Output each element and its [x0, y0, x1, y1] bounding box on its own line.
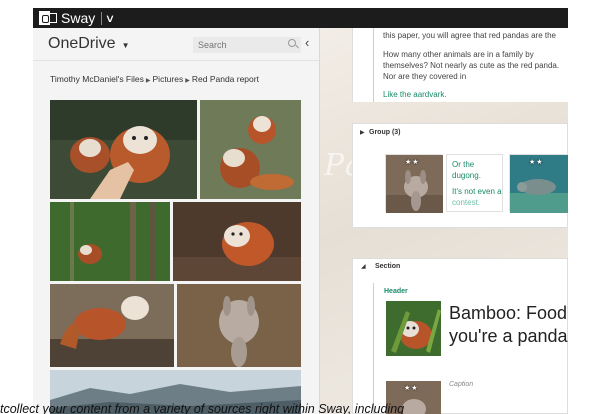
photo-aardvark[interactable] [177, 284, 301, 367]
breadcrumb: Timothy McDaniel's Files ▶ Pictures ▶ Red Pa… [50, 74, 259, 84]
photo-red-panda-log[interactable] [50, 284, 174, 367]
expand-triangle-icon[interactable]: ▶ [360, 129, 365, 136]
breadcrumb-arrow-icon: ▶ [185, 78, 190, 84]
section-heading-line-2: you're a panda [449, 326, 568, 346]
collapse-triangle-icon[interactable]: ◢ [361, 263, 366, 270]
photo-red-panda-walking[interactable] [173, 202, 301, 281]
section-heading-line-1: Bamboo: Food [449, 303, 568, 323]
onedrive-panel: OneDrive ▼ ‹ Timothy McDaniel's Files▶Pi… [33, 28, 320, 414]
sway-titlebar: Sway ∨ [33, 8, 568, 28]
breadcrumb-item-pictures[interactable]: Pictures [153, 74, 184, 84]
header-label: Header [384, 288, 408, 295]
red-panda-pair-image [200, 100, 301, 199]
collapse-panel-icon[interactable]: ‹ [305, 35, 309, 50]
text-card[interactable]: this paper, you will agree that red pand… [352, 28, 568, 102]
photo-red-panda-forest[interactable] [50, 202, 170, 281]
photo-red-panda-hand[interactable] [50, 100, 197, 199]
red-panda-forest-image [50, 202, 170, 281]
group-title: Group (3) [369, 129, 401, 136]
group-text-line-2: dugong. [452, 171, 481, 180]
app-name[interactable]: Sway [61, 10, 95, 26]
group-item-text[interactable]: Or the dugong. It's not even a contest. [446, 154, 503, 212]
group-item-dugong[interactable]: ★★ [509, 154, 568, 213]
sway-logo-icon[interactable] [39, 11, 59, 25]
breadcrumb-item-folder[interactable]: Red Panda report [192, 74, 259, 84]
red-panda-walking-image [173, 202, 301, 281]
rating-stars-icon: ★★ [405, 159, 420, 166]
text-card-line-3[interactable]: Like the aardvark. [383, 89, 568, 100]
search-icon[interactable] [288, 39, 296, 47]
breadcrumb-arrow-icon: ▶ [145, 78, 151, 84]
group-card[interactable]: ▶ Group (3) ★★ Or the dugong. It's not e… [352, 123, 568, 228]
caption-label: Caption [449, 381, 474, 388]
red-panda-photo-image [50, 100, 197, 199]
text-card-line-1[interactable]: this paper, you will agree that red pand… [383, 30, 568, 41]
rating-stars-icon: ★★ [529, 159, 544, 166]
chevron-down-icon[interactable]: ∨ [105, 12, 115, 25]
sway-screenshot: Pa this paper, you will agree that red p… [0, 0, 595, 414]
aardvark-photo-image [177, 284, 301, 367]
search-input[interactable] [193, 37, 301, 53]
text-card-line-2[interactable]: How many other animals are in a family b… [383, 49, 568, 82]
section-title: Section [375, 263, 401, 270]
breadcrumb-item-files[interactable]: Timothy McDaniel's Files [50, 74, 144, 84]
section-heading[interactable]: Bamboo: Food you're a panda [449, 302, 568, 348]
onedrive-title[interactable]: OneDrive [48, 35, 116, 53]
group-item-aardvark[interactable]: ★★ [385, 154, 443, 213]
red-panda-log-image [50, 284, 174, 367]
caption-strip: tcollect your content from a variety of … [0, 402, 405, 414]
section-image-red-panda[interactable] [386, 301, 441, 356]
photo-red-panda-pair[interactable] [200, 100, 301, 199]
red-panda-bamboo-image [386, 301, 441, 356]
rating-stars-icon: ★★ [404, 385, 419, 392]
section-card[interactable]: ◢ Section Header Bamboo: Food you're a p… [352, 258, 568, 414]
chevron-down-icon[interactable]: ▼ [122, 41, 130, 50]
